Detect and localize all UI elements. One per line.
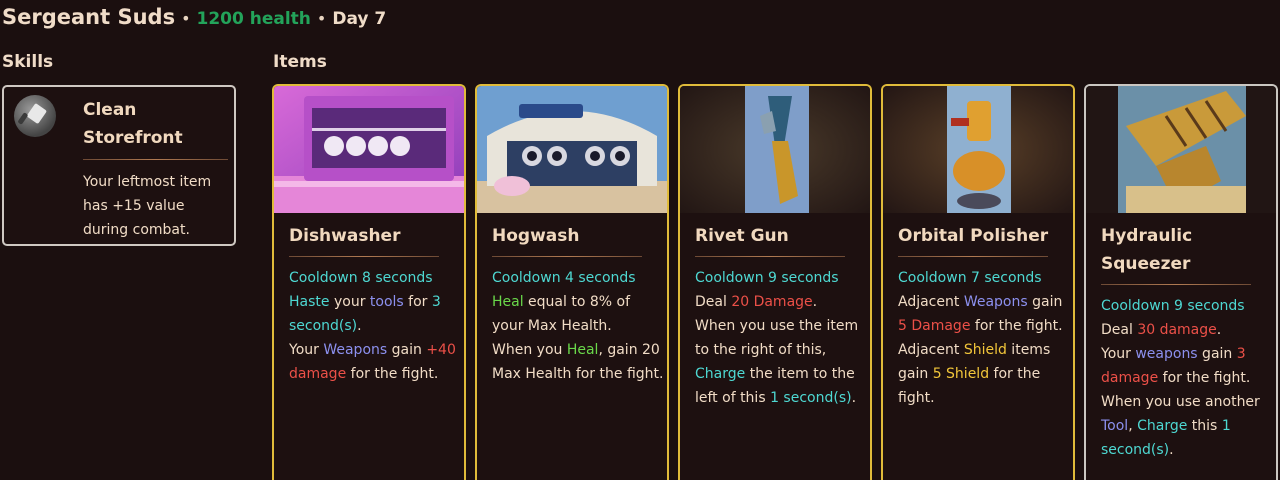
- keyword-red: 30 damage: [1137, 322, 1217, 338]
- hydraulic-squeezer-art: [1086, 86, 1276, 213]
- item-description: Cooldown 4 seconds Heal equal to 8% of yo…: [492, 266, 664, 386]
- divider: [695, 256, 845, 257]
- keyword-yellow: 5 Shield: [932, 366, 990, 382]
- keyword-cyan: Cooldown 8 seconds: [289, 270, 433, 286]
- description-text: Deal: [1101, 322, 1138, 338]
- skill-description: Your leftmost item has +15 value during …: [83, 174, 212, 238]
- item-card-hogwash[interactable]: Hogwash Cooldown 4 seconds Heal equal to …: [475, 84, 669, 480]
- description-line: Cooldown 8 seconds: [289, 266, 461, 290]
- description-text: for the fight.: [346, 366, 439, 382]
- keyword-blue: weapons: [1135, 346, 1198, 362]
- description-line: Cooldown 4 seconds: [492, 266, 664, 290]
- description-text: When you use the item to the right of th…: [695, 318, 859, 358]
- description-text: for: [403, 294, 432, 310]
- description-line: Adjacent Shield items gain 5 Shield for …: [898, 338, 1070, 410]
- keyword-cyan: Cooldown 9 seconds: [695, 270, 839, 286]
- keyword-cyan: Charge: [1137, 418, 1188, 434]
- item-description: Cooldown 9 seconds Deal 20 Damage. When yo…: [695, 266, 867, 410]
- separator-dot: •: [181, 9, 191, 28]
- description-text: for the fight.: [1158, 370, 1251, 386]
- description-text: gain: [1197, 346, 1237, 362]
- orbital-polisher-art: [883, 86, 1073, 213]
- description-text: .: [851, 390, 857, 406]
- description-line: Your weapons gain 3 damage for the fight…: [1101, 342, 1273, 390]
- keyword-blue: Tool: [1101, 418, 1129, 434]
- dishwasher-art: [274, 86, 464, 213]
- divider: [289, 256, 439, 257]
- item-description: Cooldown 7 seconds Adjacent Weapons gain …: [898, 266, 1070, 410]
- separator-dot: •: [316, 9, 327, 28]
- skills-heading: Skills: [2, 52, 54, 72]
- item-title: Orbital Polisher: [898, 226, 1049, 246]
- item-description: Cooldown 9 seconds Deal 30 damage. Your we…: [1101, 294, 1273, 462]
- skill-title: Clean Storefront: [83, 100, 183, 148]
- keyword-cyan: Cooldown 9 seconds: [1101, 298, 1245, 314]
- item-card-orbital-polisher[interactable]: Orbital Polisher Cooldown 7 seconds Adjac…: [881, 84, 1075, 480]
- item-title: Rivet Gun: [695, 226, 789, 246]
- keyword-red: 20 Damage: [731, 294, 813, 310]
- description-line: Your Weapons gain +40 damage for the fig…: [289, 338, 461, 386]
- description-text: .: [1169, 442, 1174, 458]
- opponent-name: Sergeant Suds: [2, 5, 176, 29]
- description-text: your: [329, 294, 370, 310]
- keyword-cyan: Charge: [695, 366, 746, 382]
- keyword-green: Heal: [566, 342, 599, 358]
- keyword-blue: Weapons: [323, 342, 388, 358]
- description-line: Cooldown 9 seconds: [695, 266, 867, 290]
- keyword-red: 5 Damage: [898, 318, 971, 334]
- divider: [83, 159, 228, 160]
- description-text: gain: [387, 342, 427, 358]
- description-text: Your: [1101, 346, 1136, 362]
- description-text: Adjacent: [898, 294, 964, 310]
- keyword-cyan: Cooldown 4 seconds: [492, 270, 636, 286]
- description-text: When you: [492, 342, 567, 358]
- hogwash-art: [477, 86, 667, 213]
- description-text: gain: [1027, 294, 1063, 310]
- description-line: When you Heal, gain 20 Max Health for th…: [492, 338, 664, 386]
- divider: [492, 256, 642, 257]
- description-line: When you use the item to the right of th…: [695, 314, 867, 410]
- keyword-cyan: 1 second(s): [770, 390, 852, 406]
- divider: [1101, 284, 1251, 285]
- keyword-blue: tools: [369, 294, 404, 310]
- items-heading: Items: [273, 52, 327, 72]
- description-line: Cooldown 9 seconds: [1101, 294, 1273, 318]
- description-text: When you use another: [1101, 394, 1260, 410]
- description-line: Haste your tools for 3 second(s).: [289, 290, 461, 338]
- skill-card[interactable]: Clean Storefront Your leftmost item has …: [2, 85, 236, 246]
- opponent-health: 1200 health: [196, 9, 311, 29]
- keyword-green: Heal: [492, 294, 524, 310]
- divider: [898, 256, 1048, 257]
- item-title: Dishwasher: [289, 226, 401, 246]
- item-card-dishwasher[interactable]: Dishwasher Cooldown 8 seconds Haste your …: [272, 84, 466, 480]
- description-text: .: [1216, 322, 1222, 338]
- keyword-cyan: Haste: [289, 294, 330, 310]
- description-line: Heal equal to 8% of your Max Health.: [492, 290, 664, 338]
- keyword-cyan: Cooldown 7 seconds: [898, 270, 1042, 286]
- keyword-blue: Weapons: [963, 294, 1028, 310]
- description-text: .: [812, 294, 818, 310]
- description-line: Deal 30 damage.: [1101, 318, 1273, 342]
- description-text: ,: [1128, 418, 1138, 434]
- rivet-gun-art: [680, 86, 870, 213]
- description-text: .: [357, 318, 362, 334]
- item-card-rivet-gun[interactable]: Rivet Gun Cooldown 9 seconds Deal 20 Dama…: [678, 84, 872, 480]
- description-line: Adjacent Weapons gain 5 Damage for the f…: [898, 290, 1070, 338]
- description-text: this: [1187, 418, 1222, 434]
- description-text: Your: [289, 342, 324, 358]
- description-text: Deal: [695, 294, 732, 310]
- day-counter: Day 7: [332, 9, 387, 29]
- description-line: When you use another Tool, Charge this 1…: [1101, 390, 1273, 462]
- encounter-header: Sergeant Suds • 1200 health • Day 7: [2, 5, 386, 33]
- keyword-yellow: Shield: [963, 342, 1007, 358]
- description-line: Deal 20 Damage.: [695, 290, 867, 314]
- item-title: Hydraulic Squeezer: [1101, 226, 1193, 274]
- description-line: Cooldown 7 seconds: [898, 266, 1070, 290]
- item-description: Cooldown 8 seconds Haste your tools for 3…: [289, 266, 461, 386]
- description-text: for the fight.: [970, 318, 1063, 334]
- cleaver-icon: [14, 95, 56, 137]
- description-text: Adjacent: [898, 342, 964, 358]
- item-card-hydraulic-squeezer[interactable]: Hydraulic Squeezer Cooldown 9 seconds Dea…: [1084, 84, 1278, 480]
- item-title: Hogwash: [492, 226, 580, 246]
